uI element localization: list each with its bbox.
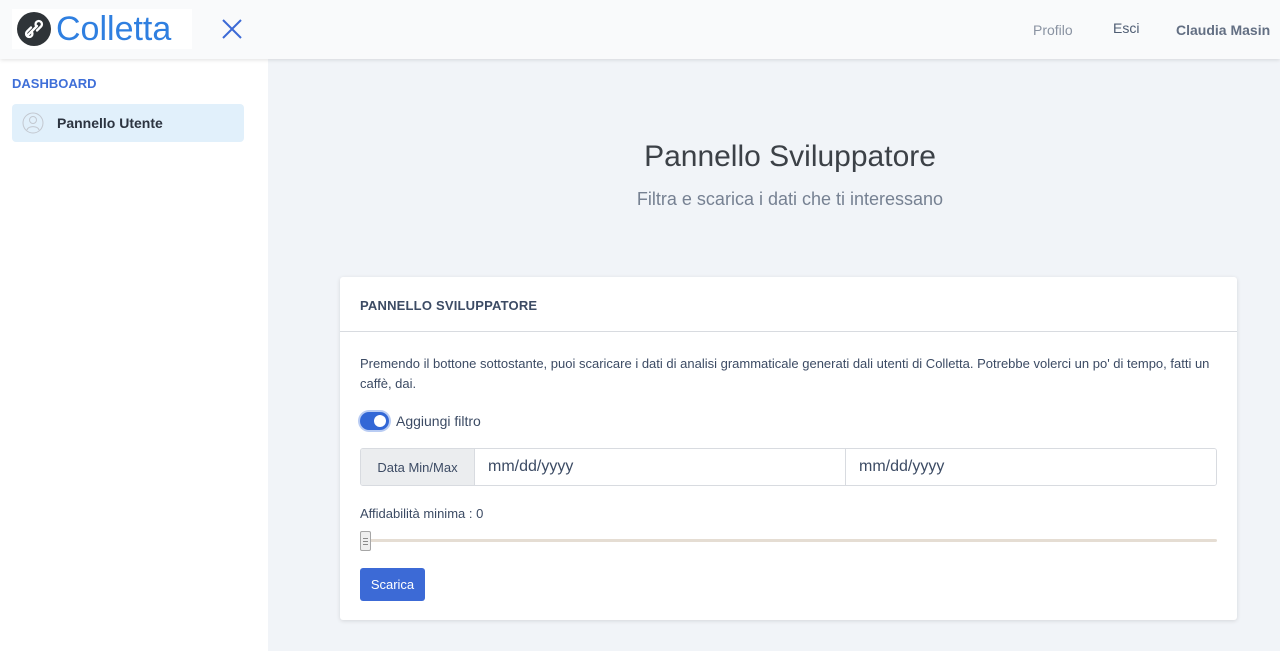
filter-toggle-label: Aggiungi filtro	[396, 413, 481, 429]
filter-toggle[interactable]	[360, 412, 389, 430]
reliability-slider-thumb[interactable]	[360, 531, 371, 551]
sidebar-item-pannello-utente[interactable]: Pannello Utente	[12, 104, 244, 142]
user-icon	[22, 112, 44, 134]
sidebar-title: DASHBOARD	[12, 76, 97, 91]
card-description: Premendo il bottone sottostante, puoi sc…	[360, 356, 1210, 391]
download-button[interactable]: Scarica	[360, 568, 425, 601]
date-range-label: Data Min/Max	[361, 449, 475, 485]
sidebar: DASHBOARD Pannello Utente	[0, 59, 268, 651]
page-subtitle: Filtra e scarica i dati che ti interessa…	[636, 189, 944, 209]
logo-text: Colletta	[56, 10, 172, 48]
app-logo[interactable]: Colletta	[12, 9, 192, 49]
user-name[interactable]: Claudia Masin	[1176, 22, 1270, 38]
date-min-input[interactable]	[475, 449, 845, 485]
page-title: Pannello Sviluppatore	[644, 140, 936, 173]
card-header: PANNELLO SVILUPPATORE	[340, 277, 1237, 332]
sidebar-item-label: Pannello Utente	[57, 115, 163, 131]
close-icon	[222, 19, 242, 39]
reliability-slider-track[interactable]	[362, 539, 1217, 542]
reliability-slider-label: Affidabilità minima : 0	[360, 506, 484, 521]
filter-toggle-row: Aggiungi filtro	[360, 412, 481, 430]
top-header: Colletta Profilo Esci Claudia Masin	[0, 0, 1280, 59]
close-sidebar-button[interactable]	[219, 16, 245, 42]
nav-esci-link[interactable]: Esci	[1113, 20, 1139, 36]
date-range-group: Data Min/Max	[360, 448, 1217, 486]
developer-panel-card: PANNELLO SVILUPPATORE Premendo il botton…	[340, 277, 1237, 620]
logo-icon	[17, 12, 51, 46]
toggle-knob	[374, 415, 386, 427]
nav-profilo-link[interactable]: Profilo	[1033, 22, 1073, 38]
date-max-input[interactable]	[845, 449, 1216, 485]
